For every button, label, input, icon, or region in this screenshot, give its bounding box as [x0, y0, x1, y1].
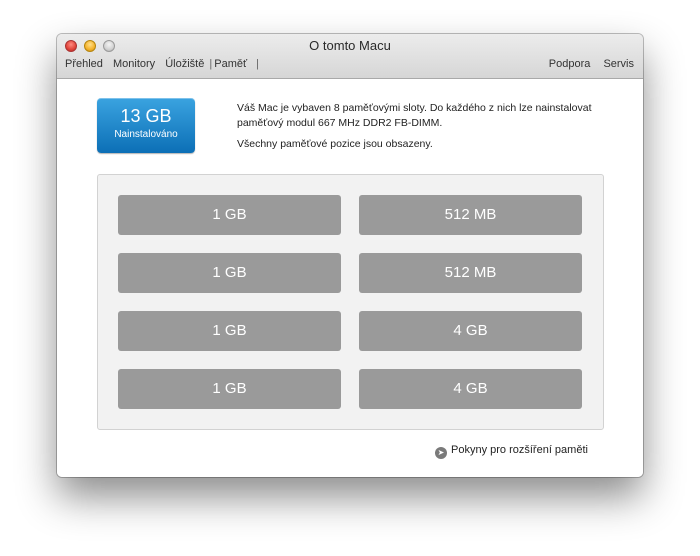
memory-slots-status: Všechny paměťové pozice jsou obsazeny. [237, 138, 433, 150]
about-this-mac-window: O tomto Macu Přehled Monitory Úložiště |… [57, 34, 643, 477]
tab-displays[interactable]: Monitory [113, 58, 155, 70]
tab-memory[interactable]: Paměť [213, 58, 248, 70]
installed-memory-size: 13 GB [120, 106, 172, 126]
nav-tabs: Přehled Monitory Úložiště | Paměť | [65, 58, 259, 70]
memory-slot: 1 GB [118, 311, 341, 351]
titlebar: O tomto Macu Přehled Monitory Úložiště |… [57, 34, 643, 79]
memory-pane: 13 GB Nainstalováno Váš Mac je vybaven 8… [57, 79, 643, 477]
window-title: O tomto Macu [309, 38, 391, 53]
memory-slot: 512 MB [359, 195, 582, 235]
tab-overview[interactable]: Přehled [65, 58, 103, 70]
memory-description: Váš Mac je vybaven 8 paměťovými sloty. D… [237, 102, 592, 129]
installed-memory-label: Nainstalováno [114, 129, 178, 140]
tab-separator: | [256, 58, 260, 70]
memory-slot: 4 GB [359, 311, 582, 351]
tab-storage[interactable]: Úložiště [165, 58, 204, 70]
memory-upgrade-link[interactable]: ➤ Pokyny pro rozšíření paměti [435, 444, 588, 459]
arrow-circle-icon: ➤ [435, 447, 447, 459]
tab-support[interactable]: Podpora [549, 58, 591, 70]
memory-slot: 1 GB [118, 253, 341, 293]
tab-separator: | [209, 58, 213, 70]
nav-links: Podpora Servis [539, 58, 634, 70]
memory-slot: 4 GB [359, 369, 582, 409]
installed-memory-badge: 13 GB Nainstalováno [97, 98, 195, 153]
tab-service[interactable]: Servis [603, 58, 634, 70]
memory-slot: 1 GB [118, 195, 341, 235]
memory-slot: 512 MB [359, 253, 582, 293]
memory-slots-panel: 1 GB 512 MB 1 GB 512 MB 1 GB 4 GB 1 GB 4… [97, 174, 604, 430]
memory-slot: 1 GB [118, 369, 341, 409]
memory-upgrade-label: Pokyny pro rozšíření paměti [451, 444, 588, 456]
